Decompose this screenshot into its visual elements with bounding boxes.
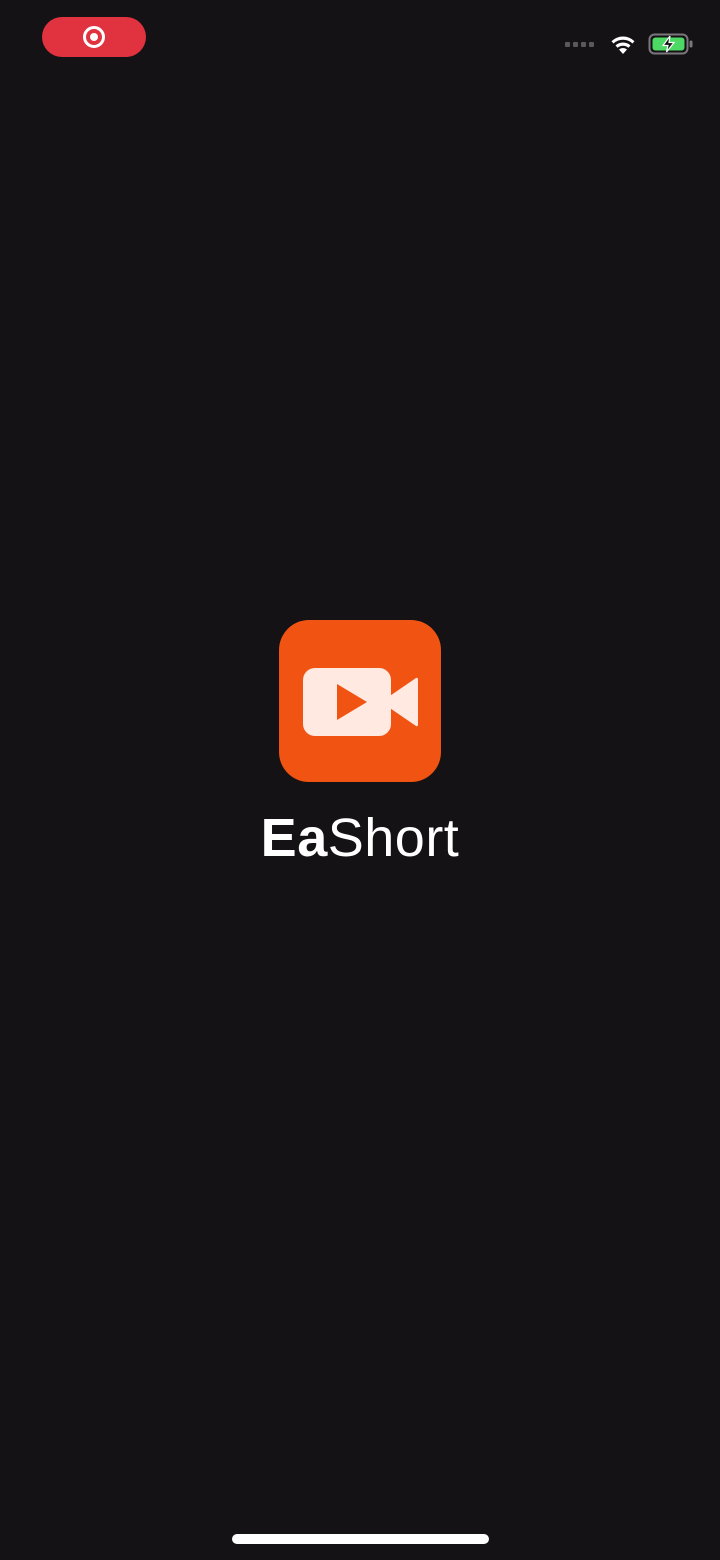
splash-screen: EaShort — [0, 0, 720, 1560]
app-logo — [279, 620, 441, 782]
battery-charging-icon — [648, 32, 694, 56]
video-camera-icon — [303, 668, 418, 736]
cellular-signal-icon — [565, 41, 594, 47]
splash-branding: EaShort — [0, 620, 720, 868]
screen-recording-indicator[interactable] — [42, 17, 146, 57]
app-name-bold: Ea — [260, 808, 328, 868]
home-indicator[interactable] — [232, 1534, 489, 1544]
screen-recording-icon — [83, 26, 105, 48]
app-name-light: Short — [327, 808, 460, 868]
status-bar-right — [565, 30, 694, 58]
wifi-icon — [608, 32, 638, 56]
app-name: EaShort — [261, 808, 460, 868]
